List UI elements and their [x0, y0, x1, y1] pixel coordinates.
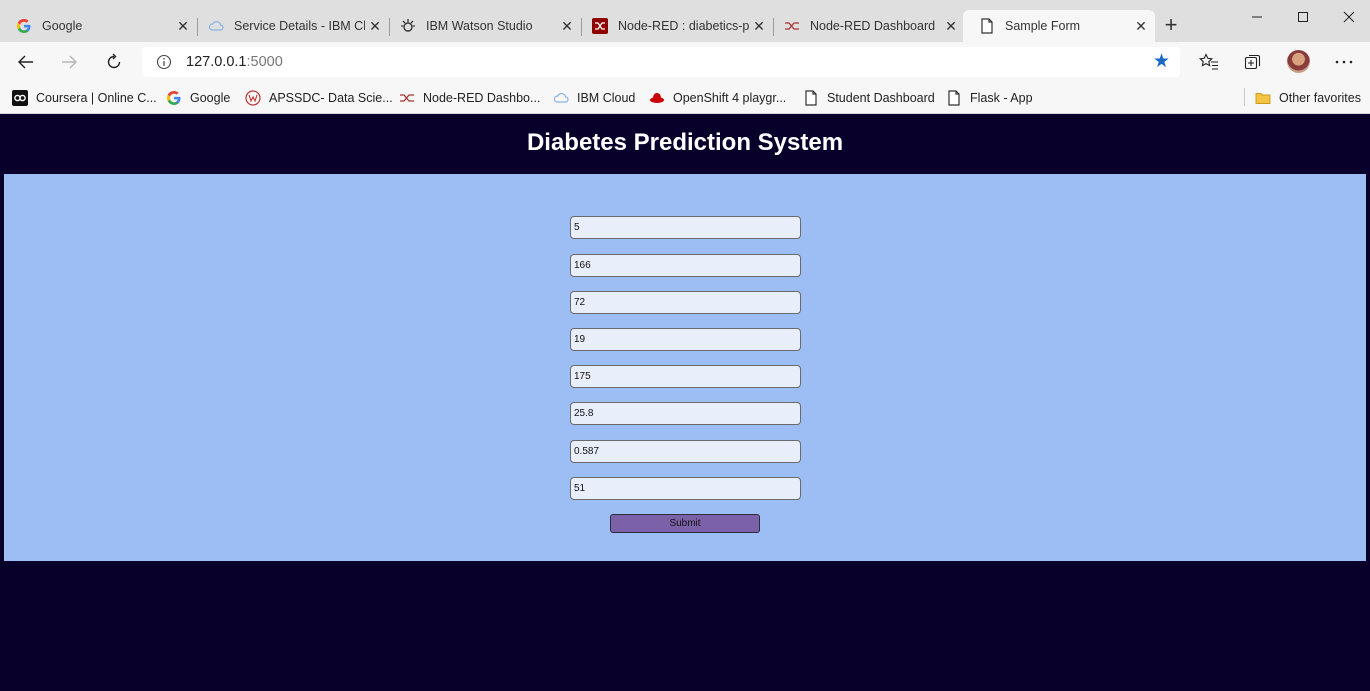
- form-field-7[interactable]: [570, 440, 801, 463]
- page-icon: [979, 18, 995, 34]
- coursera-icon: [12, 90, 28, 106]
- close-icon[interactable]: ✕: [749, 18, 769, 35]
- url-host: 127.0.0.1: [186, 54, 247, 70]
- prediction-form: Submit: [4, 174, 1366, 561]
- fav-label: Flask - App: [970, 91, 1033, 105]
- favorites-list-icon: [1199, 53, 1218, 70]
- more-button[interactable]: [1332, 50, 1356, 74]
- fav-label: Coursera | Online C...: [36, 91, 157, 105]
- ibm-cloud-icon: [553, 90, 569, 106]
- tab-sample-form[interactable]: Sample Form ✕: [963, 10, 1155, 42]
- page-body: Diabetes Prediction System Submit: [0, 115, 1370, 691]
- fav-label: Node-RED Dashbo...: [423, 91, 541, 105]
- page-icon: [803, 90, 819, 106]
- close-icon: [1343, 11, 1355, 23]
- redhat-icon: [649, 90, 665, 106]
- google-icon: [16, 18, 32, 34]
- window-close-button[interactable]: [1329, 6, 1369, 28]
- tab-label: Node-RED Dashboard: [810, 19, 936, 33]
- form-field-3[interactable]: [570, 291, 801, 314]
- fav-google[interactable]: Google: [166, 88, 230, 108]
- favorites-button[interactable]: [1197, 50, 1221, 74]
- tab-label: Google: [42, 19, 83, 33]
- favorite-star-icon[interactable]: ★: [1153, 52, 1170, 72]
- form-field-1[interactable]: [570, 216, 801, 239]
- tab-service-details[interactable]: Service Details - IBM Cl ✕: [192, 10, 389, 42]
- close-icon[interactable]: ✕: [173, 18, 193, 35]
- fav-label: Other favorites: [1279, 91, 1361, 105]
- favorites-bar: Coursera | Online C... Google APSSDC- Da…: [0, 82, 1370, 114]
- watson-icon: [400, 18, 416, 34]
- close-icon[interactable]: ✕: [1131, 18, 1151, 35]
- tab-strip: Google ✕ Service Details - IBM Cl ✕ IBM …: [0, 0, 1370, 42]
- folder-icon: [1255, 90, 1271, 106]
- fav-student-dashboard[interactable]: Student Dashboard: [803, 88, 935, 108]
- fav-label: OpenShift 4 playgr...: [673, 91, 787, 105]
- fav-label: Google: [190, 91, 231, 105]
- node-red-icon: [592, 18, 608, 34]
- tab-label: Service Details - IBM Cl: [234, 19, 365, 33]
- tab-google[interactable]: Google ✕: [0, 10, 197, 42]
- browser-toolbar: 127.0.0.1:5000 ★: [0, 42, 1370, 82]
- google-icon: [166, 90, 182, 106]
- profile-avatar[interactable]: [1287, 50, 1310, 73]
- page-icon: [946, 90, 962, 106]
- fav-coursera[interactable]: Coursera | Online C...: [12, 88, 157, 108]
- tab-label: Node-RED : diabetics-p: [618, 19, 749, 33]
- maximize-button[interactable]: [1283, 6, 1323, 28]
- form-field-4[interactable]: [570, 328, 801, 351]
- close-icon[interactable]: ✕: [365, 18, 385, 35]
- page-title: Diabetes Prediction System: [526, 129, 844, 156]
- tab-node-red-diabetics[interactable]: Node-RED : diabetics-p ✕: [576, 10, 773, 42]
- form-field-6[interactable]: [570, 402, 801, 425]
- minimize-icon: [1252, 16, 1262, 18]
- form-field-8[interactable]: [570, 477, 801, 500]
- ibm-cloud-icon: [208, 18, 224, 34]
- fav-label: IBM Cloud: [577, 91, 636, 105]
- more-dots-icon: [1335, 60, 1353, 64]
- close-icon[interactable]: ✕: [557, 18, 577, 35]
- maximize-icon: [1298, 12, 1308, 22]
- address-bar[interactable]: 127.0.0.1:5000 ★: [142, 47, 1180, 77]
- fav-apssdc[interactable]: APSSDC- Data Scie...: [245, 88, 393, 108]
- back-button[interactable]: [14, 50, 38, 74]
- fav-openshift[interactable]: OpenShift 4 playgr...: [649, 88, 786, 108]
- back-arrow-icon: [18, 55, 33, 69]
- new-tab-button[interactable]: +: [1160, 14, 1182, 38]
- node-red-dashboard-icon: [399, 90, 415, 106]
- form-field-2[interactable]: [570, 254, 801, 277]
- collections-button[interactable]: [1241, 50, 1265, 74]
- minimize-button[interactable]: [1237, 6, 1277, 28]
- refresh-button[interactable]: [102, 50, 126, 74]
- favorites-divider: [1244, 88, 1245, 106]
- node-red-dashboard-icon: [784, 18, 800, 34]
- submit-button[interactable]: Submit: [610, 514, 760, 533]
- fav-node-red-dashboard[interactable]: Node-RED Dashbo...: [399, 88, 540, 108]
- forward-arrow-icon: [62, 55, 77, 69]
- fav-flask-app[interactable]: Flask - App: [946, 88, 1033, 108]
- info-icon[interactable]: [156, 54, 172, 70]
- tab-node-red-dashboard[interactable]: Node-RED Dashboard ✕: [768, 10, 965, 42]
- fav-ibm-cloud[interactable]: IBM Cloud: [553, 88, 635, 108]
- forward-button[interactable]: [57, 50, 81, 74]
- refresh-icon: [107, 53, 121, 69]
- form-field-5[interactable]: [570, 365, 801, 388]
- collections-icon: [1244, 54, 1261, 70]
- fav-label: APSSDC- Data Scie...: [269, 91, 393, 105]
- tab-label: IBM Watson Studio: [426, 19, 533, 33]
- url-port: :5000: [246, 54, 283, 70]
- url-text: 127.0.0.1:5000: [186, 54, 283, 70]
- tab-label: Sample Form: [1005, 19, 1081, 33]
- tab-ibm-watson-studio[interactable]: IBM Watson Studio ✕: [384, 10, 581, 42]
- other-favorites[interactable]: Other favorites: [1255, 88, 1361, 108]
- apssdc-icon: [245, 90, 261, 106]
- fav-label: Student Dashboard: [827, 91, 935, 105]
- close-icon[interactable]: ✕: [941, 18, 961, 35]
